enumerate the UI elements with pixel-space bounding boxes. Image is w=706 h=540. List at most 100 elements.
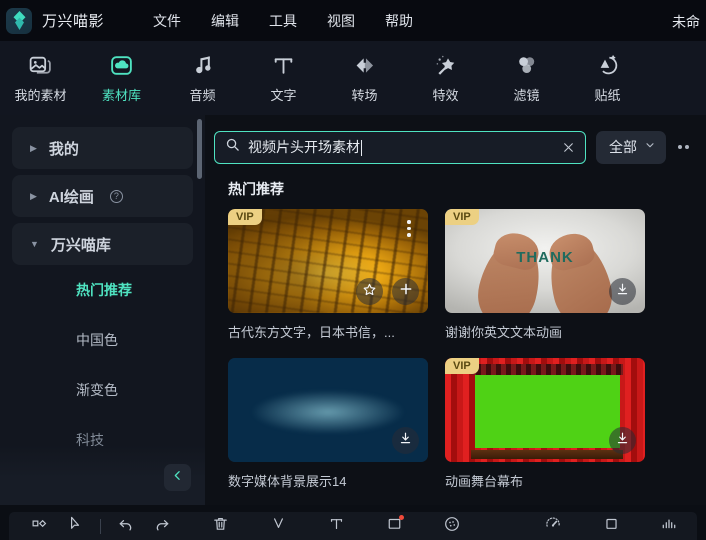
body-area: ▶ 我的 ▶ AI绘画 ? ▼ 万兴喵库 热门推荐 中国色 渐变色 科技 视频片…: [0, 115, 706, 505]
tab-text[interactable]: 文字: [243, 41, 324, 115]
tab-label: 滤镜: [513, 88, 540, 103]
add-to-timeline-button[interactable]: [392, 278, 419, 305]
text-t-icon: [271, 52, 296, 79]
tab-transitions[interactable]: 转场: [324, 41, 405, 115]
media-thumbnail[interactable]: VIP: [228, 209, 428, 313]
menu-item-tools[interactable]: 工具: [254, 7, 312, 35]
audio-level-icon: [660, 515, 678, 538]
tab-label: 我的素材: [14, 88, 67, 103]
split-icon: [270, 515, 287, 537]
app-window: 万兴喵影 文件 编辑 工具 视图 帮助 未命 我的素材 素材库 音频 文字 转场…: [0, 0, 706, 540]
search-clear-button[interactable]: [562, 141, 575, 154]
filter-dropdown[interactable]: 全部: [596, 130, 666, 164]
media-card[interactable]: THANK VIP 谢谢你英文文本动画: [445, 209, 645, 341]
media-thumbnail[interactable]: [228, 358, 428, 462]
curtain-valance: [471, 364, 623, 375]
toolbar-text-button[interactable]: [318, 512, 354, 540]
menu-item-help[interactable]: 帮助: [370, 7, 428, 35]
download-button[interactable]: [609, 278, 636, 305]
sidebar-group-mine[interactable]: ▶ 我的: [12, 127, 193, 169]
toolbar-delete-button[interactable]: [202, 512, 238, 540]
toolbar-speed-button[interactable]: [535, 512, 571, 540]
text-t-icon: [328, 515, 345, 537]
chevron-right-icon: ▶: [30, 142, 37, 153]
hand-shape-left: [471, 233, 549, 313]
media-grid: VIP 古代东方文字，日本书信，... THANK VIP 谢谢你英文文本动画 …: [214, 209, 706, 490]
chevron-down-icon: [644, 138, 656, 156]
favorite-button[interactable]: [356, 278, 383, 305]
sticker-icon: [595, 52, 620, 79]
help-question-icon[interactable]: ?: [109, 189, 123, 203]
menu-item-edit[interactable]: 编辑: [196, 7, 254, 35]
timeline-toolbar: [9, 512, 697, 540]
download-icon: [398, 431, 413, 451]
crop-marker-icon: [31, 515, 48, 537]
toolbar-divider: [100, 518, 101, 534]
download-icon: [615, 282, 630, 302]
toolbar-frame-button[interactable]: [593, 512, 629, 540]
more-vertical-icon: [407, 233, 411, 237]
sidebar-item-hot-recommend[interactable]: 热门推荐: [0, 265, 205, 315]
more-vertical-icon: [407, 226, 411, 230]
search-value: 视频片头开场素材: [248, 139, 362, 157]
sidebar-group-wondershare-library[interactable]: ▼ 万兴喵库: [12, 223, 193, 265]
chevron-right-icon: ▶: [30, 190, 37, 201]
more-options-button[interactable]: [676, 145, 689, 149]
media-thumbnail[interactable]: VIP: [445, 358, 645, 462]
vip-badge: VIP: [445, 358, 479, 374]
toolbar-split-button[interactable]: [260, 512, 296, 540]
tab-audio[interactable]: 音频: [162, 41, 243, 115]
media-card[interactable]: 数字媒体背景展示14: [228, 358, 428, 490]
download-button[interactable]: [609, 427, 636, 454]
sidebar-collapse-button[interactable]: [164, 464, 191, 491]
media-card[interactable]: VIP 动画舞台幕布: [445, 358, 645, 490]
tab-label: 贴纸: [594, 88, 621, 103]
speed-gauge-icon: [544, 515, 562, 538]
content-panel: 视频片头开场素材 全部 热门推荐 VIP 古代东方文字，日本书信，... THA…: [205, 115, 706, 505]
menu-item-file[interactable]: 文件: [138, 7, 196, 35]
sidebar-item-gradient[interactable]: 渐变色: [0, 365, 205, 415]
tab-my-media[interactable]: 我的素材: [0, 41, 81, 115]
tab-label: 文字: [270, 88, 297, 103]
tab-label: 转场: [351, 88, 378, 103]
more-horizontal-icon: [685, 145, 689, 149]
tab-media-library[interactable]: 素材库: [81, 41, 162, 115]
menu-item-view[interactable]: 视图: [312, 7, 370, 35]
toolbar-crop-button[interactable]: [376, 512, 412, 540]
toolbar-undo-button[interactable]: [108, 512, 144, 540]
search-input[interactable]: 视频片头开场素材: [214, 130, 586, 164]
toolbar-audio-level-button[interactable]: [651, 512, 687, 540]
sidebar-group-label: 我的: [48, 140, 79, 158]
media-caption: 谢谢你英文文本动画: [445, 325, 563, 340]
tab-stickers[interactable]: 贴纸: [567, 41, 648, 115]
hand-shape-right: [541, 233, 619, 313]
toolbar-color-button[interactable]: [434, 512, 470, 540]
folder-cloud-icon: [109, 52, 134, 79]
tab-effects[interactable]: 特效: [405, 41, 486, 115]
more-horizontal-icon: [678, 145, 682, 149]
thumbnail-overlay-text: THANK: [516, 249, 574, 266]
vip-badge: VIP: [228, 209, 262, 225]
toolbar-crop-marker-button[interactable]: [21, 512, 57, 540]
transition-arrows-icon: [352, 52, 377, 79]
sidebar-group-ai-painting[interactable]: ▶ AI绘画 ?: [12, 175, 193, 217]
tab-label: 音频: [189, 88, 216, 103]
toolbar-redo-button[interactable]: [144, 512, 180, 540]
toolbar-notification-badge: [399, 515, 404, 520]
media-thumbnail[interactable]: THANK VIP: [445, 209, 645, 313]
card-kebab-menu-button[interactable]: [400, 217, 418, 240]
sidebar: ▶ 我的 ▶ AI绘画 ? ▼ 万兴喵库 热门推荐 中国色 渐变色 科技: [0, 115, 205, 505]
menu-bar: 文件 编辑 工具 视图 帮助: [138, 7, 428, 35]
media-caption: 古代东方文字，日本书信，...: [228, 325, 395, 340]
download-button[interactable]: [392, 427, 419, 454]
sidebar-group-label: 万兴喵库: [50, 236, 111, 254]
sidebar-item-china-colors[interactable]: 中国色: [0, 315, 205, 365]
sidebar-item-technology[interactable]: 科技: [0, 415, 205, 465]
tab-filters[interactable]: 滤镜: [486, 41, 567, 115]
chevron-left-icon: [171, 469, 184, 487]
sidebar-scrollbar-thumb[interactable]: [197, 119, 202, 179]
toolbar-select-cursor-button[interactable]: [57, 512, 93, 540]
bottom-toolbar: [0, 505, 706, 540]
media-card[interactable]: VIP 古代东方文字，日本书信，...: [228, 209, 428, 341]
tab-label: 特效: [432, 88, 459, 103]
